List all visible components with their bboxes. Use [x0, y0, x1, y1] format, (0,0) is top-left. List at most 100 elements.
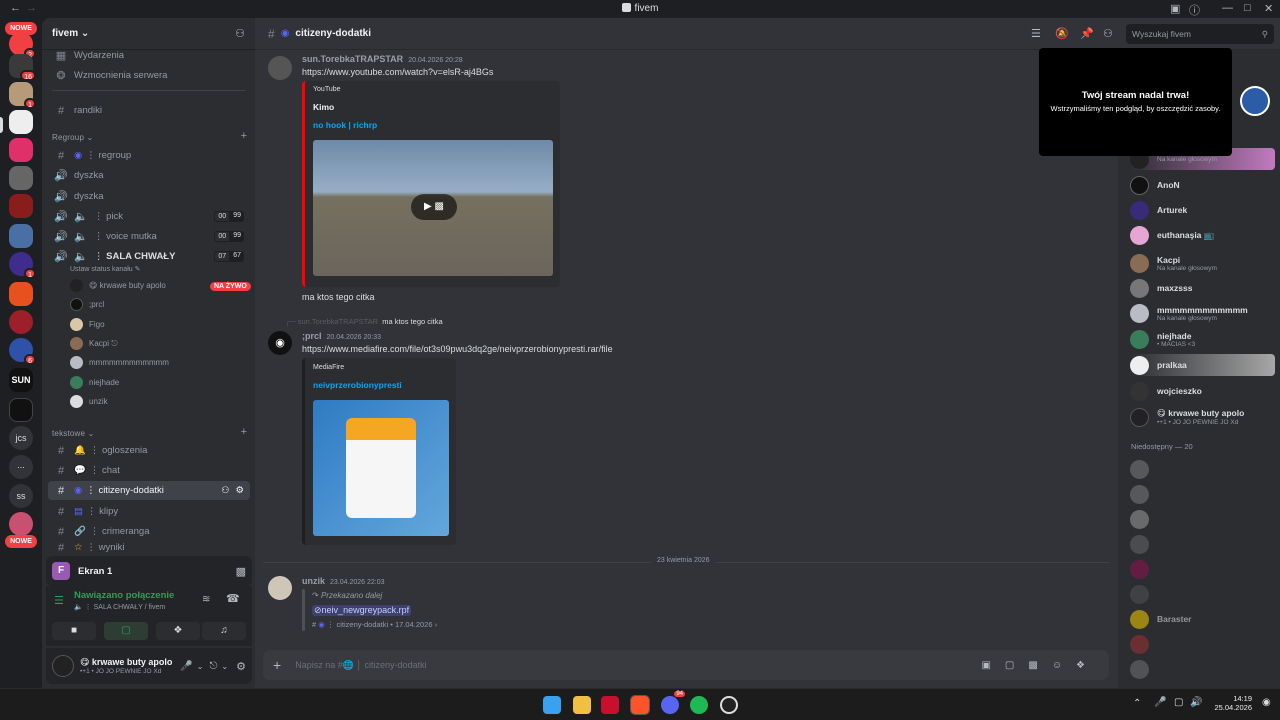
message-composer[interactable]: + Napisz na #🌐 │ citizeny-dodatki ▣▢▩☺❖ — [263, 650, 1109, 680]
discord-icon[interactable]: 94 — [661, 691, 685, 714]
member-item[interactable] — [1130, 508, 1275, 530]
apps-icon[interactable]: ❖ — [1076, 660, 1099, 671]
disconnect-icon[interactable]: ☎ — [226, 592, 240, 605]
notifications-icon[interactable]: ◉ — [1262, 697, 1271, 708]
server-icon[interactable] — [9, 194, 33, 218]
embed-provider[interactable]: YouTube — [313, 86, 341, 93]
voice-user[interactable]: mmmmmmmmmmmm — [70, 354, 169, 371]
soundboard-button[interactable]: ♫ — [202, 622, 246, 640]
voice-channel-voice-mutka[interactable]: 🔊 🔈 ⋮ voice mutka 00 99 — [48, 227, 250, 246]
server-icon[interactable]: ... — [9, 455, 33, 479]
member-item[interactable] — [1130, 633, 1275, 655]
server-icon[interactable] — [9, 282, 33, 306]
voice-user[interactable]: 😋 krwawe buty apolo — [70, 277, 166, 294]
maximize-icon[interactable]: □ — [1244, 2, 1251, 14]
message-link[interactable]: https://www.mediafire.com/file/ot3s09pwu… — [302, 344, 613, 354]
microphone-icon[interactable]: 🎤 — [180, 661, 192, 672]
gear-icon[interactable]: ⚙ — [235, 485, 244, 496]
invite-icon[interactable]: ⚇ — [235, 27, 245, 40]
minimize-icon[interactable]: — — [1222, 2, 1233, 14]
spotify-icon[interactable] — [690, 696, 708, 714]
server-icon[interactable] — [9, 166, 33, 190]
popout-icon[interactable]: ▩ — [236, 565, 246, 578]
server-icon[interactable]: SUN — [9, 368, 33, 392]
message-author[interactable]: unzik 23.04.2026 22:03 — [302, 576, 385, 586]
member-item[interactable]: Arturek — [1130, 199, 1275, 221]
video-thumbnail[interactable]: ▶ ▩ — [313, 140, 553, 276]
member-item[interactable]: AnoN — [1130, 174, 1275, 196]
channel-chat[interactable]: # 💬 ⋮ chat — [48, 461, 250, 480]
embed-author[interactable]: Kimo — [313, 102, 334, 112]
chevron-up-icon[interactable]: ⌃ — [1133, 698, 1141, 709]
server-icon[interactable]: 16 — [9, 54, 36, 81]
signal-icon[interactable]: ☰ — [54, 594, 64, 607]
channel-ogloszenia[interactable]: # 🔔 ⋮ ogloszenia — [48, 441, 250, 460]
camera-button[interactable]: ■ — [52, 622, 96, 640]
message-link[interactable]: https://www.youtube.com/watch?v=elsR-aj4… — [302, 67, 493, 77]
member-item[interactable]: mmmmmmmmmmmm Na kanale głosowym — [1130, 302, 1275, 324]
server-icon[interactable]: ss — [9, 484, 33, 508]
member-item[interactable]: wojcieszko — [1130, 380, 1275, 402]
chevron-down-icon[interactable]: ⌄ — [221, 662, 228, 671]
reply-reference[interactable]: ┌─ sun.TorebkaTRAPSTAR ma ktos tego citk… — [285, 317, 443, 326]
server-icon[interactable] — [9, 310, 33, 334]
member-item[interactable]: maxzsss — [1130, 277, 1275, 299]
member-item[interactable] — [1130, 558, 1275, 580]
server-icon[interactable] — [9, 110, 33, 134]
voice-user[interactable]: Figo — [70, 316, 105, 333]
channel-crimeranga[interactable]: # 🔗 ⋮ crimeranga — [48, 522, 250, 541]
member-item[interactable]: euthanaşia 📺 — [1130, 224, 1275, 246]
channel-regroup[interactable]: # ◉ ⋮ regroup — [48, 146, 250, 165]
stream-paused-popup[interactable]: Twój stream nadal trwa! Wstrzymaliśmy te… — [1039, 48, 1232, 156]
message-author[interactable]: ;prcl 20.04.2026 20:33 — [302, 331, 381, 341]
screen-share-button[interactable]: ▢ — [104, 622, 148, 640]
windows-start-icon[interactable] — [543, 696, 561, 714]
server-icon[interactable] — [9, 224, 33, 248]
gif-icon[interactable]: ▢ — [1005, 660, 1028, 671]
member-item[interactable] — [1130, 658, 1275, 680]
server-icon[interactable] — [9, 512, 33, 536]
threads-icon[interactable]: ☰ — [1031, 27, 1041, 40]
embed-title[interactable]: neivprzerobionypresti — [313, 380, 402, 390]
server-icon[interactable]: 6 — [9, 338, 36, 365]
connection-status[interactable]: Nawiązano połączenie — [74, 590, 174, 601]
server-icon[interactable]: jcs — [9, 426, 33, 450]
sticker-icon[interactable]: ▩ — [1028, 660, 1051, 671]
steam-icon[interactable] — [720, 696, 738, 714]
archive-file-icon[interactable] — [313, 400, 449, 536]
member-item[interactable]: Kacpi Na kanale głosowym — [1130, 252, 1275, 274]
members-icon[interactable]: ⚇ — [1103, 27, 1113, 40]
add-channel-icon[interactable]: + — [241, 130, 247, 142]
network-icon[interactable]: ▢ — [1174, 697, 1183, 708]
server-icon[interactable] — [9, 138, 33, 162]
headphones-icon[interactable]: ⎋ — [210, 661, 218, 672]
member-item[interactable] — [1130, 533, 1275, 555]
server-icon[interactable]: 1 — [9, 252, 36, 279]
voice-channel-sala-chwaly[interactable]: 🔊 🔈 ⋮ SALA CHWAŁY 07 67 — [48, 247, 250, 266]
member-item[interactable] — [1130, 458, 1275, 480]
member-item[interactable] — [1130, 483, 1275, 505]
gear-icon[interactable]: ⚙ — [236, 660, 246, 673]
brave-browser-icon[interactable] — [630, 695, 650, 715]
member-item[interactable]: 😋 krwawe buty apolo •+1 • JO JO PEWNIE JO… — [1130, 406, 1275, 428]
emoji-icon[interactable]: ☺ — [1052, 660, 1076, 671]
microphone-icon[interactable]: 🎤 — [1154, 697, 1166, 708]
forward-source[interactable]: # ◉ ⋮ citizeny-dodatki • 17.04.2026 › — [312, 620, 437, 629]
channel-wyniki[interactable]: # ☆ ⋮ wyniki — [48, 542, 250, 553]
avatar[interactable]: ◉ — [268, 331, 292, 355]
voice-channel-pick[interactable]: 🔊 🔈 ⋮ pick 00 99 — [48, 207, 250, 226]
voice-channel-dyszka-2[interactable]: 🔊 dyszka — [48, 187, 250, 206]
member-item[interactable]: pralkaa — [1130, 354, 1275, 376]
close-icon[interactable]: ✕ — [1264, 2, 1273, 15]
channel-citizeny-dodatki[interactable]: # ◉ ⋮ citizeny-dodatki ⚇ ⚙ — [48, 481, 250, 500]
category-regroup[interactable]: Regroup ⌄ — [52, 133, 93, 142]
gift-icon[interactable]: ▣ — [981, 660, 1004, 671]
server-icon[interactable]: 2 — [9, 32, 36, 59]
channel-randiki[interactable]: # randiki — [48, 101, 250, 120]
message-author[interactable]: sun.TorebkaTRAPSTAR 20.04.2026 20:28 — [302, 54, 463, 64]
embed-provider[interactable]: MediaFire — [313, 364, 344, 371]
inbox-icon[interactable]: ▣ — [1170, 2, 1180, 15]
embed-title[interactable]: no hook | richrp — [313, 120, 377, 130]
events-item[interactable]: ▦ Wydarzenia — [48, 46, 250, 65]
voice-user[interactable]: unzik — [70, 393, 108, 410]
